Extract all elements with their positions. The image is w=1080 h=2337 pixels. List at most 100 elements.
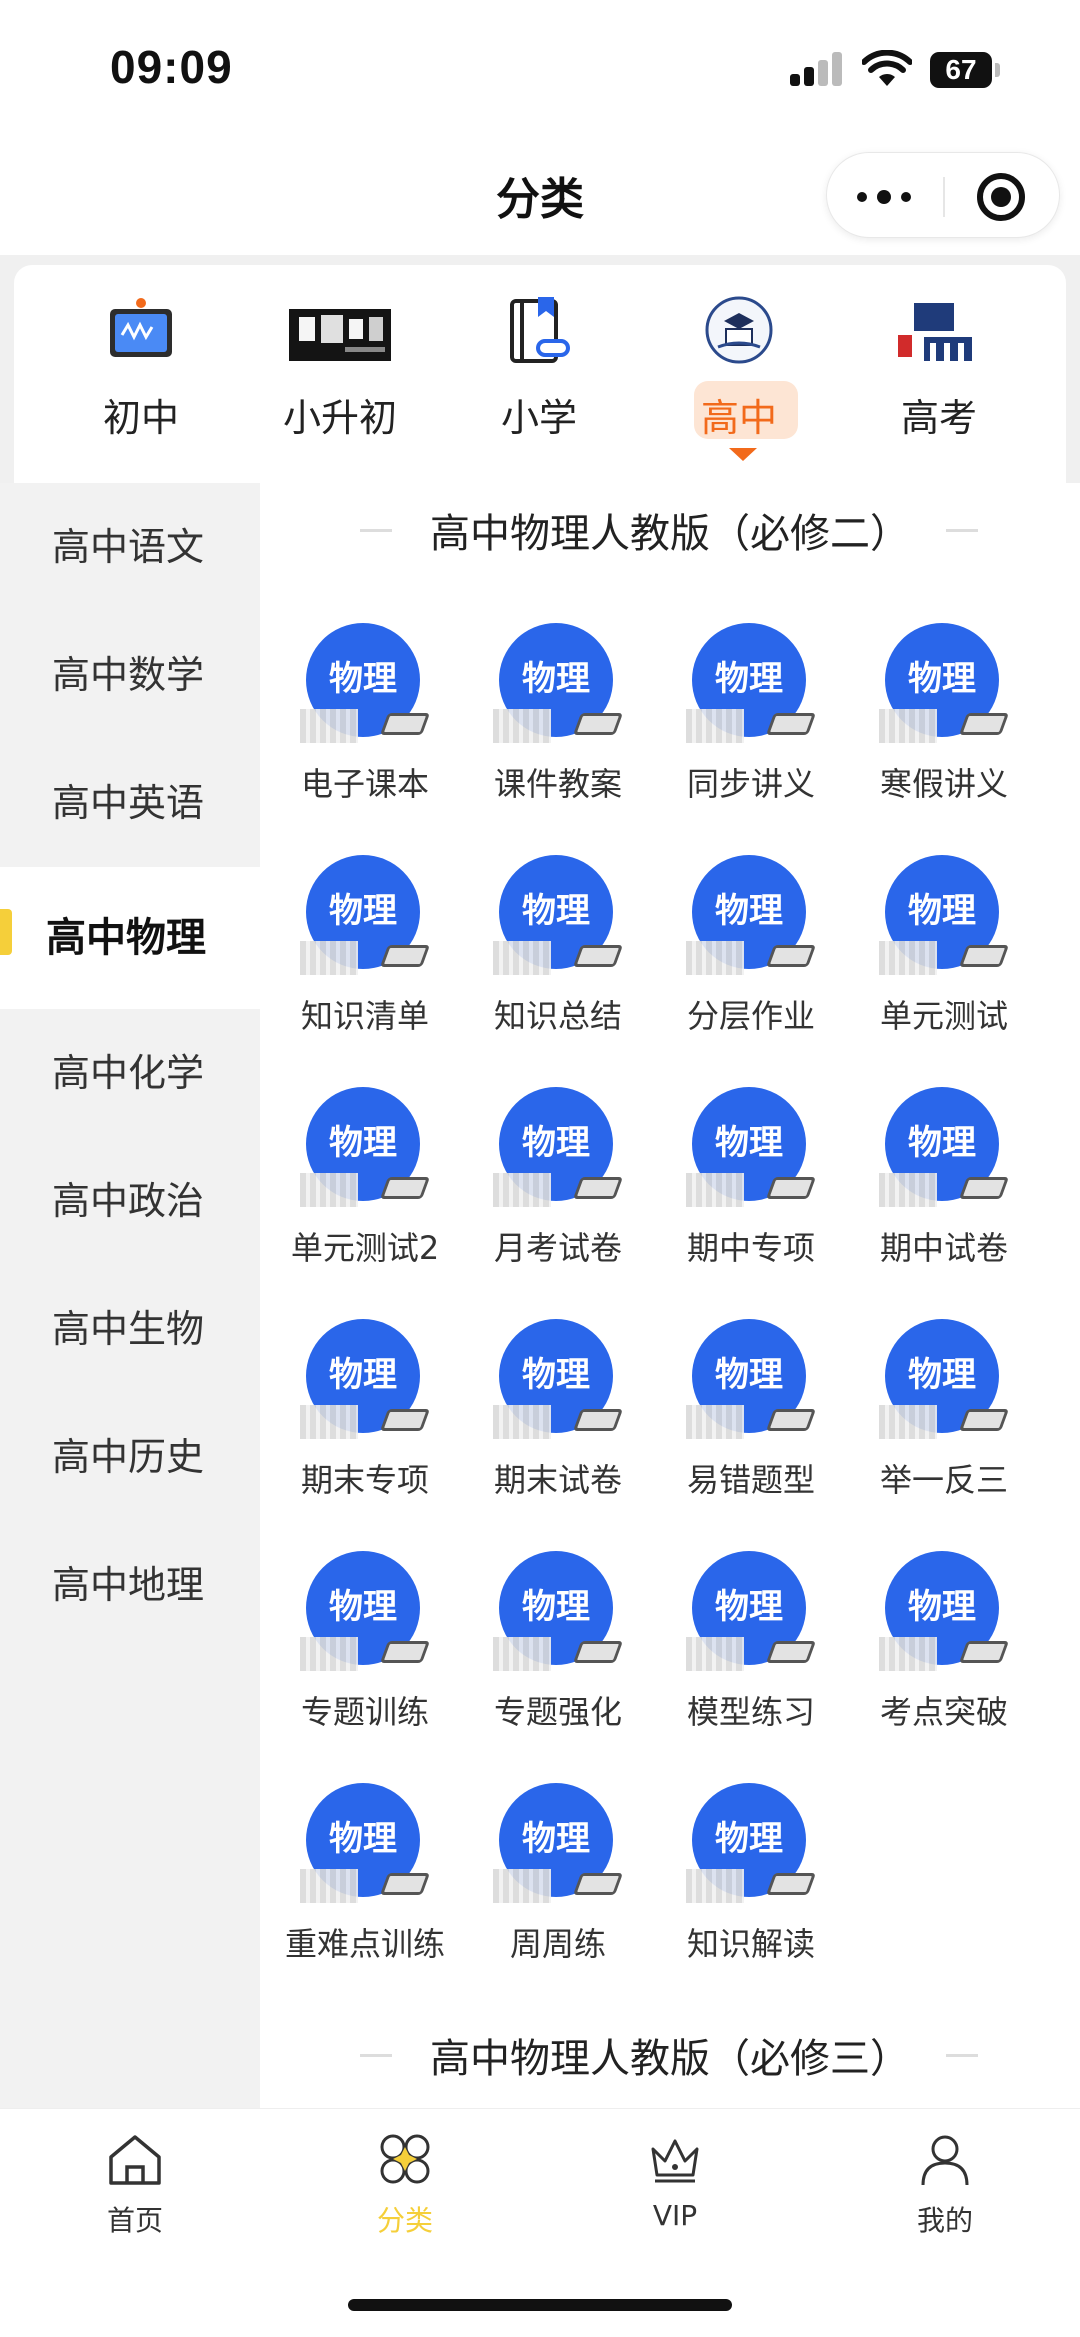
physics-book-icon: 物理 (300, 1549, 431, 1679)
close-target-icon[interactable] (977, 173, 1025, 221)
physics-badge-text: 物理 (908, 659, 976, 699)
physics-paper-icon (300, 1637, 358, 1671)
physics-paper-icon (493, 1869, 551, 1903)
physics-paper-icon (686, 1869, 744, 1903)
tab-profile[interactable]: 我的 (810, 2109, 1080, 2259)
resource-item[interactable]: 物理 专题强化 (463, 1549, 653, 1749)
tab-category[interactable]: 分类 (270, 2109, 540, 2259)
laptop-icon (765, 945, 817, 967)
physics-badge-text: 物理 (522, 1355, 590, 1395)
resource-item[interactable]: 物理 知识清单 (270, 853, 460, 1053)
title-dash (946, 2054, 978, 2057)
tab-level-high-school[interactable]: 高中 (664, 295, 814, 475)
physics-badge-text: 物理 (522, 1123, 590, 1163)
resource-item-label: 课件教案 (493, 765, 622, 803)
physics-book-icon: 物理 (686, 1317, 817, 1447)
physics-paper-icon (300, 1869, 358, 1903)
physics-book-icon: 物理 (300, 621, 431, 751)
resource-item-label: 知识清单 (300, 997, 429, 1035)
tab-level-junior[interactable]: 初中 (66, 295, 216, 475)
sidebar-item-history[interactable]: 高中历史 (0, 1393, 260, 1521)
physics-book-icon: 物理 (686, 1781, 817, 1911)
sidebar-item-physics[interactable]: 高中物理 (0, 867, 260, 1009)
sidebar-item-geography[interactable]: 高中地理 (0, 1521, 260, 1649)
tab-level-label: 高中 (700, 396, 777, 440)
sidebar-item-english[interactable]: 高中英语 (0, 739, 260, 867)
category-icon (380, 2134, 430, 2184)
title-dash (360, 529, 392, 532)
resource-item-label: 期中专项 (686, 1229, 815, 1267)
tab-label: 首页 (106, 2204, 163, 2237)
resource-item[interactable]: 物理 专题训练 (270, 1549, 460, 1749)
laptop-icon (958, 1641, 1010, 1663)
physics-paper-icon (493, 709, 551, 743)
resource-item-label: 分层作业 (686, 997, 815, 1035)
resource-item[interactable]: 物理 寒假讲义 (849, 621, 1039, 821)
resource-item[interactable]: 物理 月考试卷 (463, 1085, 653, 1285)
sidebar-item-math[interactable]: 高中数学 (0, 611, 260, 739)
physics-book-icon: 物理 (879, 1085, 1010, 1215)
sidebar-item-chemistry[interactable]: 高中化学 (0, 1009, 260, 1137)
miniprogram-capsule (826, 152, 1060, 238)
physics-badge-text: 物理 (715, 1587, 783, 1627)
physics-paper-icon (686, 1405, 744, 1439)
physics-book-icon: 物理 (493, 853, 624, 983)
battery-icon: 67 (930, 52, 992, 88)
tab-level-primary[interactable]: 小学 (464, 295, 614, 475)
physics-badge-text: 物理 (715, 1123, 783, 1163)
tab-level-primary-to-junior[interactable]: 小升初 (265, 295, 415, 475)
sidebar-item-politics[interactable]: 高中政治 (0, 1137, 260, 1265)
resource-item[interactable]: 物理 知识总结 (463, 853, 653, 1053)
physics-paper-icon (879, 941, 937, 975)
resource-item-label: 期中试卷 (879, 1229, 1008, 1267)
resource-item[interactable]: 物理 课件教案 (463, 621, 653, 821)
resource-item-label: 模型练习 (686, 1693, 815, 1731)
physics-badge-text: 物理 (908, 891, 976, 931)
resource-item[interactable]: 物理 模型练习 (656, 1549, 846, 1749)
tab-level-label: 小升初 (282, 396, 397, 440)
bookmark-book-icon (510, 297, 570, 363)
status-time: 09:09 (110, 41, 233, 93)
laptop-icon (572, 1177, 624, 1199)
resource-item[interactable]: 物理 考点突破 (849, 1549, 1039, 1749)
wifi-icon (862, 50, 912, 86)
laptop-icon (765, 1177, 817, 1199)
laptop-icon (379, 945, 431, 967)
physics-book-icon: 物理 (300, 1781, 431, 1911)
resource-item[interactable]: 物理 周周练 (463, 1781, 653, 1981)
sidebar-item-biology[interactable]: 高中生物 (0, 1265, 260, 1393)
tab-vip[interactable]: VIP (540, 2109, 810, 2259)
tab-level-gaokao[interactable]: 高考 (864, 295, 1014, 475)
bottom-tab-bar: 首页 分类 VIP 我的 (0, 2108, 1080, 2337)
resource-item[interactable]: 物理 电子课本 (270, 621, 460, 821)
section-title-text: 高中物理人教版（必修二） (430, 511, 910, 557)
resource-item[interactable]: 物理 期中专项 (656, 1085, 846, 1285)
resource-item[interactable]: 物理 分层作业 (656, 853, 846, 1053)
resource-item[interactable]: 物理 期末试卷 (463, 1317, 653, 1517)
physics-book-icon: 物理 (493, 1317, 624, 1447)
resource-item[interactable]: 物理 期末专项 (270, 1317, 460, 1517)
battery-tip (995, 63, 1000, 77)
section-title-compulsory-2: 高中物理人教版（必修二） (260, 501, 1080, 559)
banner-image-icon (289, 309, 391, 361)
resource-item-label: 专题训练 (300, 1693, 429, 1731)
physics-badge-text: 物理 (522, 1819, 590, 1859)
resource-item[interactable]: 物理 知识解读 (656, 1781, 846, 1981)
resource-item[interactable]: 物理 单元测试 (849, 853, 1039, 1053)
resource-item-label: 单元测试 (879, 997, 1008, 1035)
physics-badge-text: 物理 (522, 891, 590, 931)
laptop-icon (958, 945, 1010, 967)
resource-item[interactable]: 物理 期中试卷 (849, 1085, 1039, 1285)
resource-item[interactable]: 物理 易错题型 (656, 1317, 846, 1517)
resource-item[interactable]: 物理 重难点训练 (270, 1781, 460, 1981)
laptop-icon (379, 1873, 431, 1895)
resource-item[interactable]: 物理 举一反三 (849, 1317, 1039, 1517)
resource-item[interactable]: 物理 同步讲义 (656, 621, 846, 821)
resource-item-label: 重难点训练 (284, 1925, 445, 1963)
physics-badge-text: 物理 (329, 1123, 397, 1163)
resource-item[interactable]: 物理 单元测试2 (270, 1085, 460, 1285)
sidebar-item-chinese[interactable]: 高中语文 (0, 483, 260, 611)
tab-home[interactable]: 首页 (0, 2109, 270, 2259)
more-icon[interactable] (857, 183, 917, 209)
physics-paper-icon (686, 709, 744, 743)
